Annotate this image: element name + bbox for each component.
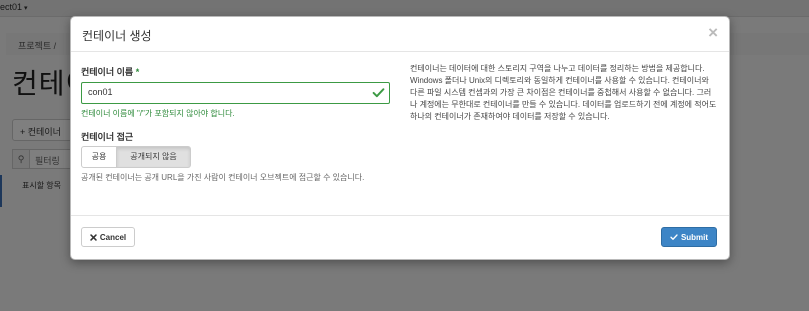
container-name-label: 컨테이너 이름 * xyxy=(81,65,139,78)
modal-header: 컨테이너 생성 × xyxy=(71,17,729,52)
checkmark-icon xyxy=(670,234,678,240)
close-icon[interactable]: × xyxy=(708,23,718,43)
create-container-modal: 컨테이너 생성 × 컨테이너 이름 * 컨테이너 이름에 "/"가 포함되지 않… xyxy=(70,16,730,260)
submit-button[interactable]: Submit xyxy=(661,227,717,247)
modal-title: 컨테이너 생성 xyxy=(82,29,152,43)
access-public-option[interactable]: 공용 xyxy=(81,146,117,168)
modal-footer: Cancel Submit xyxy=(71,215,729,260)
container-description: 컨테이너는 데이터에 대한 스토리지 구역을 나누고 데이터를 정리하는 방법을… xyxy=(410,64,717,121)
submit-label: Submit xyxy=(680,232,709,242)
container-name-input[interactable] xyxy=(88,87,358,97)
cancel-label: Cancel xyxy=(99,232,127,242)
container-access-help: 공개된 컨테이너는 공개 URL을 가진 사람이 컨테이너 오브젝트에 접근할 … xyxy=(81,173,365,182)
access-private-option[interactable]: 공개되지 않음 xyxy=(116,146,191,168)
container-name-label-text: 컨테이너 이름 xyxy=(81,67,134,77)
container-name-help: 컨테이너 이름에 "/"가 포함되지 않아야 합니다. xyxy=(81,109,235,118)
check-icon xyxy=(372,88,385,98)
container-name-field[interactable] xyxy=(81,82,390,104)
required-mark: * xyxy=(135,67,140,77)
container-access-label: 컨테이너 접근 xyxy=(81,132,134,142)
x-icon xyxy=(90,233,97,241)
cancel-button[interactable]: Cancel xyxy=(81,227,135,247)
